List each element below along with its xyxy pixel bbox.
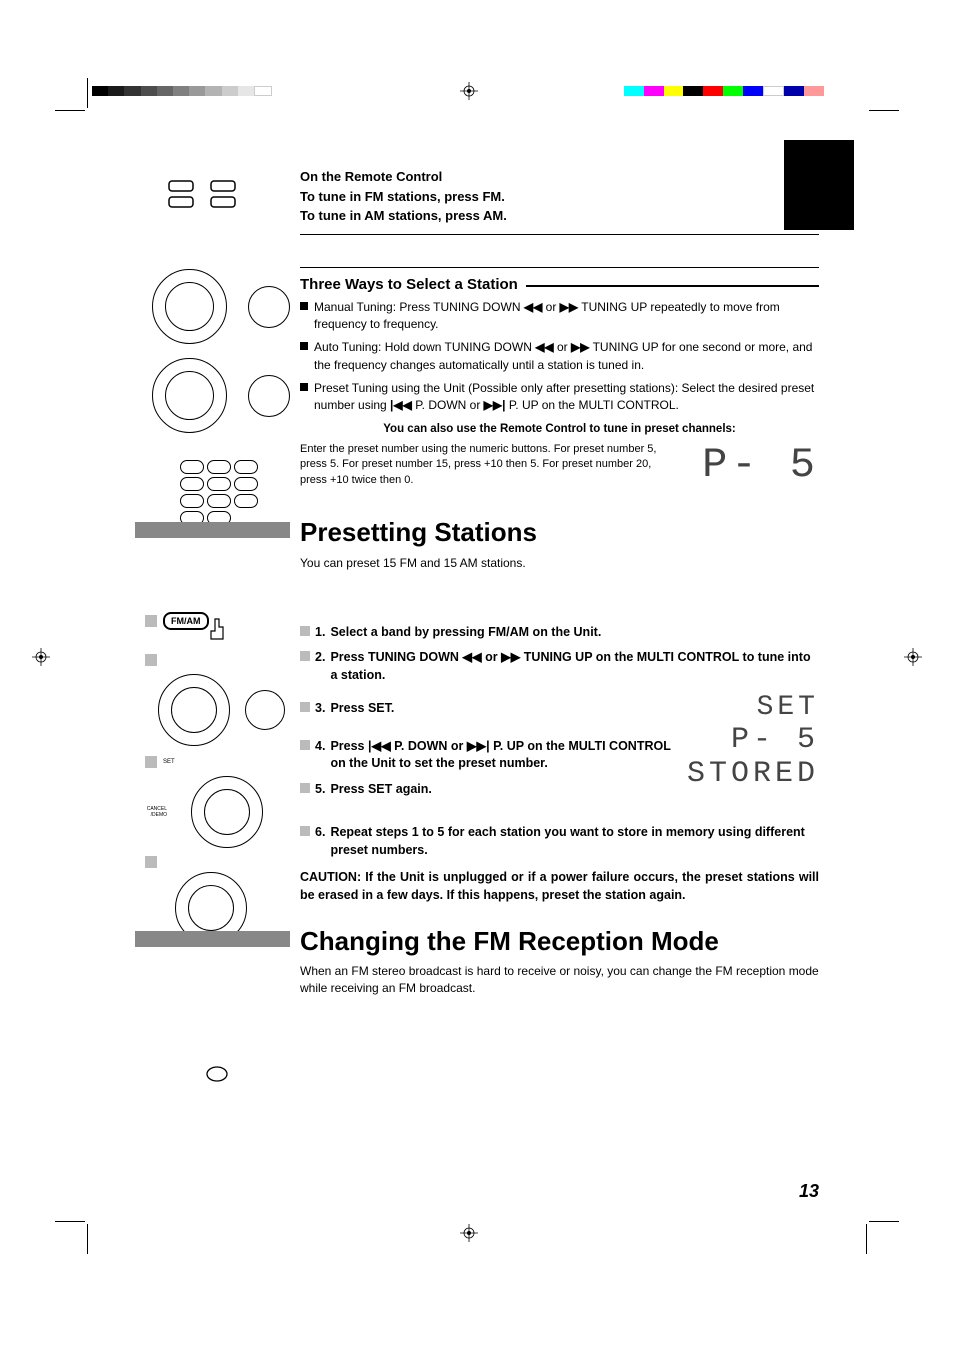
remote-preset-note: You can also use the Remote Control to t… [300,423,819,435]
registration-mark-icon [460,1224,478,1242]
step-1: 1. Select a band by pressing FM/AM on th… [300,624,819,642]
grayscale-calibration-bar [92,86,272,96]
remote-buttons-icon [163,175,243,220]
heading-bar [135,522,290,538]
presetting-intro: You can preset 15 FM and 15 AM stations. [300,556,819,570]
step-marker [300,826,310,836]
caution-text: CAUTION: If the Unit is unplugged or if … [300,869,819,904]
step-marker [145,654,157,666]
presetting-heading-row: Presetting Stations [300,517,819,548]
manual-tuning-item: Manual Tuning: Press TUNING DOWN ◀◀ or ▶… [300,299,819,334]
rewind-icon: ◀◀ [535,340,553,354]
heading-bar [135,931,290,947]
cancel-demo-label: CANCEL/DEMO [145,806,167,818]
multi-control-small-icon [248,375,290,417]
fast-forward-icon: ▶▶ [571,340,589,354]
registration-mark-icon [32,648,50,666]
remote-control-intro: On the Remote Control To tune in FM stat… [300,167,819,226]
multi-control-small-icon [248,286,290,328]
divider [300,267,819,268]
multi-control-dial-icon [152,269,227,344]
display-preset-example: P- 5 [699,441,819,489]
fm-mode-heading: Changing the FM Reception Mode [300,926,819,957]
tuning-illustration-group [135,265,290,437]
fm-mode-button-icon [205,1065,229,1088]
step-marker [145,615,157,627]
set-dial-icon [191,776,263,848]
step-3: 3. Press SET. [300,700,679,718]
rewind-icon: ◀◀ [462,650,481,664]
bullet-icon [300,302,308,310]
right-text-column: On the Remote Control To tune in FM stat… [300,135,819,1192]
crop-mark [55,1221,85,1222]
rewind-icon: ◀◀ [524,300,542,314]
display-readouts: SET P- 5 STORED [679,692,819,791]
step-2: 2. Press TUNING DOWN ◀◀ or ▶▶ TUNING UP … [300,649,819,684]
step-marker [300,740,310,750]
fast-forward-icon: ▶▶ [560,300,578,314]
multi-control-dial-icon [158,674,230,746]
step-5: 5. Press SET again. [300,781,679,799]
multi-control-small-icon [245,690,285,730]
remote-keypad-description: Enter the preset number using the numeri… [300,442,679,488]
multi-control-dial-icon [152,358,227,433]
step-4: 4. Press |◀◀ P. DOWN or ▶▶| P. UP on the… [300,738,679,773]
preset-tuning-item: Preset Tuning using the Unit (Possible o… [300,380,819,415]
bullet-icon [300,342,308,350]
intro-line-3: To tune in AM stations, press AM. [300,206,819,226]
presetting-step-icons: FM/AM SET CANCEL/DEMO [145,607,285,948]
step-marker [300,702,310,712]
crop-mark [866,1224,867,1254]
color-calibration-bar [624,86,824,96]
step-marker [300,651,310,661]
set-button-label: SET [163,759,175,765]
registration-mark-icon [904,648,922,666]
crop-mark [87,78,88,108]
numeric-keypad-icon [180,460,258,525]
prev-track-icon: |◀◀ [368,739,391,753]
step-marker [145,756,157,768]
bullet-icon [300,383,308,391]
crop-mark [869,1221,899,1222]
left-illustration-column: FM/AM SET CANCEL/DEMO [135,135,290,1192]
intro-line-1: On the Remote Control [300,167,819,187]
page-number: 13 [799,1181,819,1202]
next-track-icon: ▶▶| [467,739,490,753]
crop-mark [87,1224,88,1254]
fast-forward-icon: ▶▶ [501,650,520,664]
prev-track-icon: |◀◀ [390,398,412,412]
next-track-icon: ▶▶| [484,398,506,412]
pointing-hand-icon [207,617,227,646]
crop-mark [55,110,85,111]
three-ways-heading: Three Ways to Select a Station [300,276,518,293]
three-ways-heading-row: Three Ways to Select a Station [300,276,819,293]
auto-tuning-item: Auto Tuning: Hold down TUNING DOWN ◀◀ or… [300,339,819,374]
fm-mode-heading-row: Changing the FM Reception Mode [300,926,819,957]
crop-mark [869,110,899,111]
page-content: FM/AM SET CANCEL/DEMO [135,135,819,1192]
display-p5: P- 5 [679,723,819,757]
display-set: SET [679,692,819,723]
step-marker [300,626,310,636]
step-marker [145,856,157,868]
display-stored: STORED [679,757,819,791]
registration-mark-icon [460,82,478,100]
presetting-heading: Presetting Stations [300,517,819,548]
step-marker [300,783,310,793]
intro-line-2: To tune in FM stations, press FM. [300,187,819,207]
divider [300,234,819,235]
fm-mode-body: When an FM stereo broadcast is hard to r… [300,963,819,997]
step-6: 6. Repeat steps 1 to 5 for each station … [300,824,819,859]
fmam-button-icon: FM/AM [163,612,209,630]
